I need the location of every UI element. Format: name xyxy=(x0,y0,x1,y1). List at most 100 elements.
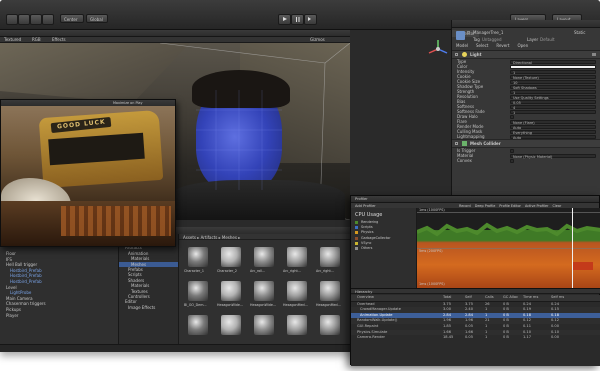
project-folder-tree: AssetsArtifactsAnimationMaterialsMeshesP… xyxy=(119,234,179,352)
property-value[interactable]: Directional xyxy=(510,59,596,65)
property-value[interactable]: 0.05 xyxy=(510,99,596,105)
column-header[interactable]: Self xyxy=(465,295,472,301)
tag-dropdown[interactable]: Untagged xyxy=(482,37,502,42)
asset-item[interactable]: Bl_GO_Dem... xyxy=(183,279,213,311)
column-header[interactable]: Self ms xyxy=(551,295,564,301)
model-buttons: Model Select Revert Open xyxy=(456,43,528,48)
property-value[interactable]: 10 xyxy=(510,79,596,85)
legend-swatch xyxy=(355,246,358,250)
table-cell: 18.45 xyxy=(443,335,454,340)
frame-cursor[interactable] xyxy=(572,208,573,288)
property-value[interactable]: Everything xyxy=(510,129,596,135)
property-checkbox[interactable] xyxy=(510,158,514,163)
effects-toggle[interactable]: Effects xyxy=(52,37,66,42)
cpu-usage-legend-panel: CPU Usage Rendering Scripts Physics Garbage… xyxy=(351,208,417,288)
hierarchy-item[interactable]: Player xyxy=(0,313,118,319)
property-value[interactable]: 1 xyxy=(510,89,596,95)
scene-orientation-gizmo-icon[interactable] xyxy=(425,38,451,60)
space-toggle[interactable]: Global xyxy=(86,14,108,23)
table-row[interactable]: Camera.Render 18.45 0.05 1 0 B 1.17 0.00 xyxy=(351,335,600,341)
object-name-field[interactable]: ManagerTree_1 xyxy=(473,30,503,35)
fps-label-mid: 5ms (200FPS) xyxy=(419,249,443,253)
asset-item[interactable] xyxy=(315,313,345,345)
asset-item[interactable]: HexagonWide... xyxy=(216,279,246,311)
pivot-toggle[interactable]: Center xyxy=(60,14,84,23)
static-checkbox[interactable]: Static xyxy=(574,30,585,35)
column-header[interactable]: Total xyxy=(443,295,451,301)
property-value[interactable]: None (Texture) xyxy=(510,74,596,80)
mesh-thumbnail-icon xyxy=(254,281,274,301)
mesh-collider-icon xyxy=(462,141,467,146)
property-value[interactable]: Soft Shadows xyxy=(510,84,596,90)
mesh-thumbnail-icon xyxy=(320,247,340,267)
collider-enabled-checkbox[interactable] xyxy=(455,142,458,145)
gear-icon[interactable] xyxy=(592,53,596,56)
rotate-tool-icon[interactable] xyxy=(30,14,42,25)
asset-item[interactable]: HexagonWide... xyxy=(249,279,279,311)
asset-item[interactable]: Character_1 xyxy=(183,245,213,277)
step-button[interactable] xyxy=(304,14,317,25)
light-icon xyxy=(462,52,467,57)
play-button[interactable] xyxy=(278,14,291,25)
property-value[interactable]: 1 xyxy=(510,69,596,75)
breadcrumb[interactable]: Assets ▸ Artifacts ▸ Meshes ▸ xyxy=(183,235,240,240)
hand-tool-icon[interactable] xyxy=(6,14,18,25)
property-value[interactable]: 4 xyxy=(510,104,596,110)
property-checkbox[interactable] xyxy=(510,148,514,153)
collider-properties: Is Trigger Material None (Physic Material)… xyxy=(452,148,600,163)
scale-tool-icon[interactable] xyxy=(42,14,54,25)
asset-item[interactable]: HexagonMed... xyxy=(282,279,312,311)
inspector-row: Convex xyxy=(452,158,600,163)
mesh-thumbnail-icon xyxy=(188,247,208,267)
model-select-button[interactable]: Select xyxy=(476,43,488,48)
asset-item[interactable] xyxy=(216,313,246,345)
fps-label-top: 1ms (1000FPS) xyxy=(419,208,445,212)
property-value[interactable]: None (Physic Material) xyxy=(510,153,596,159)
layer-dropdown[interactable]: Default xyxy=(540,37,555,42)
asset-item[interactable]: Arc_roll... xyxy=(249,245,279,277)
step-icon xyxy=(308,17,311,21)
active-checkbox[interactable] xyxy=(467,31,470,34)
asset-item[interactable] xyxy=(183,313,213,345)
column-header[interactable]: Calls xyxy=(485,295,494,301)
gizmos-dropdown[interactable]: Gizmos xyxy=(310,37,325,42)
asset-name: Arc_right... xyxy=(316,269,334,273)
column-header[interactable]: GC Alloc xyxy=(503,295,518,301)
property-checkbox[interactable] xyxy=(510,114,514,119)
property-value[interactable]: Use Quality Settings xyxy=(510,94,596,100)
hierarchy-list: Floor IFS Hell Ball trigger Hostbird_Prefab… xyxy=(0,247,118,318)
mesh-thumbnail-icon xyxy=(221,247,241,267)
color-swatch[interactable] xyxy=(510,64,596,69)
property-value[interactable]: Auto xyxy=(510,134,596,140)
render-mode-dropdown[interactable]: Textured xyxy=(4,37,21,42)
game-view-window[interactable]: Maximize on Play GOOD LUCK xyxy=(0,99,176,247)
mesh-collider-header[interactable]: Mesh Collider xyxy=(452,139,600,148)
project-breadcrumb-bar: Assets ▸ Artifacts ▸ Meshes ▸ xyxy=(179,234,351,240)
inspector-panel: Inspector ManagerTree_1 Static Tag Untag… xyxy=(451,20,600,195)
asset-item[interactable] xyxy=(249,313,279,345)
column-header[interactable]: Overview xyxy=(357,295,374,301)
project-folder-item[interactable]: Image Effects xyxy=(119,305,178,310)
light-enabled-checkbox[interactable] xyxy=(455,53,458,56)
move-tool-icon[interactable] xyxy=(18,14,30,25)
asset-item[interactable]: Character_2 xyxy=(216,245,246,277)
asset-item[interactable]: Arc_right... xyxy=(315,245,345,277)
property-value[interactable]: None (Flare) xyxy=(510,119,596,125)
asset-item[interactable] xyxy=(282,313,312,345)
profiler-window[interactable]: Profiler Add Profiler Record Deep Profile… xyxy=(350,195,600,366)
property-value[interactable]: Auto xyxy=(510,124,596,130)
maximize-on-play-toggle[interactable]: Maximize on Play xyxy=(113,101,143,106)
channel-dropdown[interactable]: RGB xyxy=(32,37,41,42)
light-component-header[interactable]: Light xyxy=(452,51,600,59)
model-open-button[interactable]: Open xyxy=(517,43,528,48)
model-revert-button[interactable]: Revert xyxy=(496,43,509,48)
property-value[interactable]: 1 xyxy=(510,109,596,115)
cpu-usage-label[interactable]: CPU Usage xyxy=(355,212,382,218)
legend-swatch xyxy=(355,221,358,224)
column-header[interactable]: Time ms xyxy=(523,295,538,301)
asset-item[interactable]: Arc_right... xyxy=(282,245,312,277)
pause-button[interactable] xyxy=(291,14,304,25)
cpu-usage-graph[interactable]: 1ms (1000FPS) 5ms (200FPS) 1ms (1000FPS) xyxy=(417,208,600,288)
asset-item[interactable]: HexagonMed... xyxy=(315,279,345,311)
hierarchy-dropdown[interactable]: Hierarchy xyxy=(355,290,372,295)
